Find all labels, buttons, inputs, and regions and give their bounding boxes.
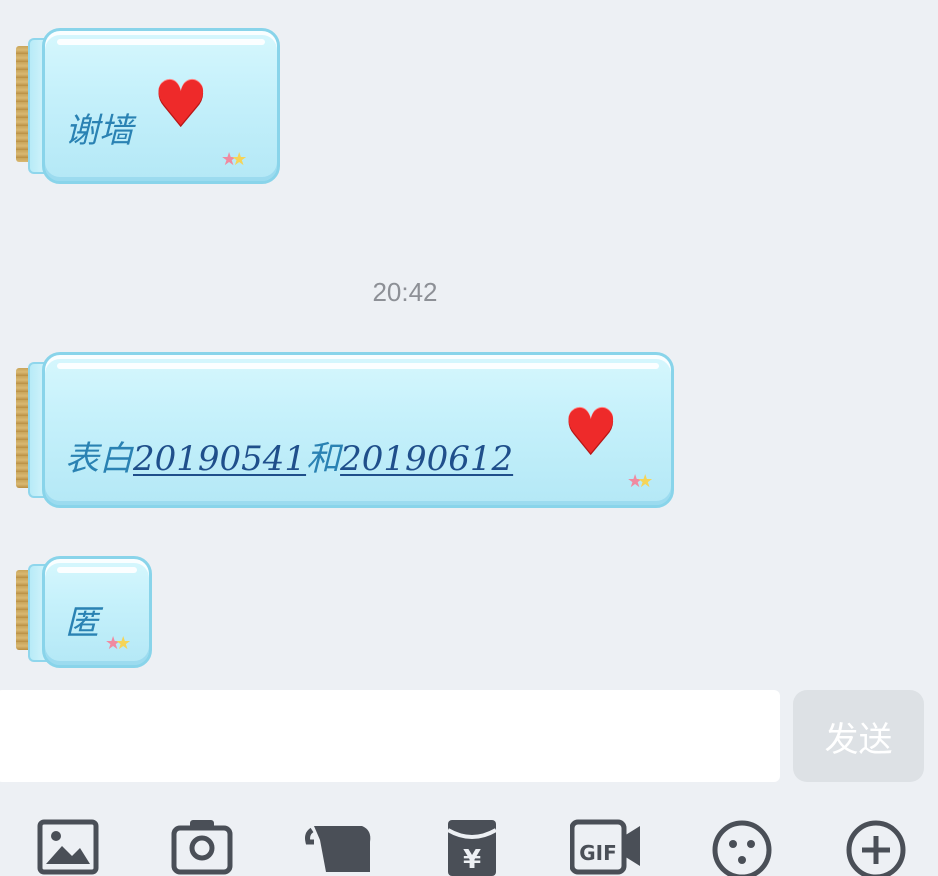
plus-icon[interactable] [844,816,912,876]
message-bubble[interactable]: 谢墙 ♥ ★★ [16,28,280,184]
mention-link[interactable]: 20190541 [133,439,306,479]
message-prefix: 表白 [65,439,133,479]
message-bubble[interactable]: 匿 ★★ [16,556,156,668]
gif-icon[interactable]: GIF [570,816,640,876]
heart-icon: ♥ [563,395,619,468]
emoji-icon[interactable] [710,816,778,876]
jar-body: 表白20190541和20190612 ♥ ★★ [42,352,674,508]
message-text: 谢墙 [65,111,133,151]
send-button[interactable]: 发送 [793,690,924,782]
stars-icon: ★★ [221,149,247,170]
image-icon[interactable] [36,816,104,876]
message-text: 表白20190541和20190612 [65,431,513,480]
red-packet-icon[interactable]: ¥ [440,816,508,876]
message-input[interactable] [0,690,780,782]
jar-body: 谢墙 ♥ ★★ [42,28,280,184]
scroll-icon[interactable] [302,816,371,876]
message-joiner: 和 [306,439,341,479]
jar-body: 匿 ★★ [42,556,152,668]
message-timestamp: 20:42 [372,277,438,307]
camera-icon[interactable] [170,816,238,876]
input-toolbar: ¥ GIF [0,800,938,876]
stars-icon: ★★ [105,633,131,654]
stars-icon: ★★ [627,471,653,492]
message-text: 匿 [65,603,99,643]
gif-glyph: GIF [579,841,617,865]
message-bubble[interactable]: 表白20190541和20190612 ♥ ★★ [16,352,676,508]
red-packet-glyph: ¥ [463,845,481,875]
mention-link[interactable]: 20190612 [340,439,513,479]
heart-icon: ♥ [153,67,209,140]
